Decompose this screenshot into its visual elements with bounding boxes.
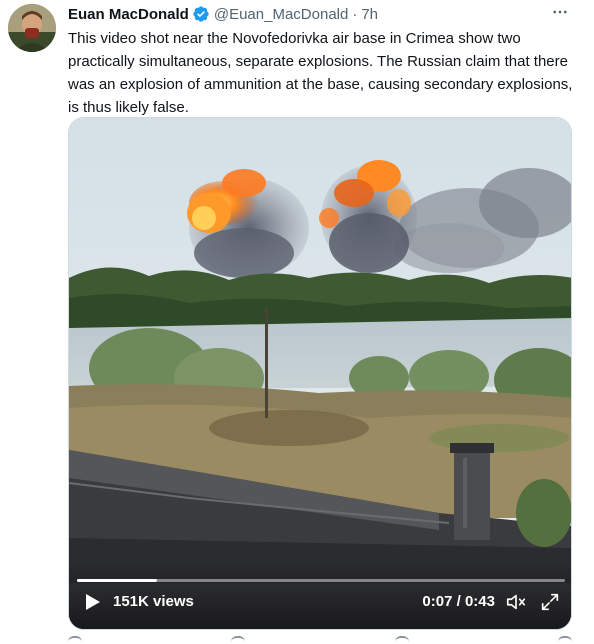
- separator-dot: ·: [352, 5, 358, 23]
- view-count: 151K views: [113, 593, 194, 610]
- video-player[interactable]: 151K views 0:07 / 0:43: [68, 117, 572, 630]
- current-time: 0:07: [422, 593, 453, 610]
- video-timer: 0:07 / 0:43: [422, 593, 495, 610]
- tweet-text: This video shot near the Novofedorivka a…: [68, 30, 573, 116]
- more-options-icon[interactable]: [548, 2, 572, 22]
- timestamp[interactable]: 7h: [361, 6, 378, 23]
- author-handle[interactable]: @Euan_MacDonald: [214, 6, 348, 23]
- tweet: Euan MacDonald @Euan_MacDonald · 7h This…: [0, 0, 594, 644]
- video-controls: 151K views 0:07 / 0:43: [69, 559, 571, 629]
- author-name[interactable]: Euan MacDonald: [68, 6, 189, 23]
- duration: 0:43: [464, 593, 495, 610]
- time-separator: /: [456, 593, 461, 610]
- action-bar: [68, 636, 572, 644]
- play-icon[interactable]: [81, 591, 103, 613]
- share-icon[interactable]: [557, 636, 572, 644]
- tweet-header: Euan MacDonald @Euan_MacDonald · 7h: [68, 4, 378, 24]
- fullscreen-icon[interactable]: [539, 591, 561, 613]
- progress-fill: [77, 579, 157, 582]
- like-icon[interactable]: [394, 636, 409, 644]
- avatar[interactable]: [8, 4, 56, 52]
- progress-bar[interactable]: [77, 579, 565, 582]
- video-frame: [69, 118, 571, 629]
- volume-icon[interactable]: [505, 591, 527, 613]
- retweet-icon[interactable]: [231, 636, 246, 644]
- reply-icon[interactable]: [68, 636, 82, 644]
- verified-badge-icon: [192, 5, 210, 23]
